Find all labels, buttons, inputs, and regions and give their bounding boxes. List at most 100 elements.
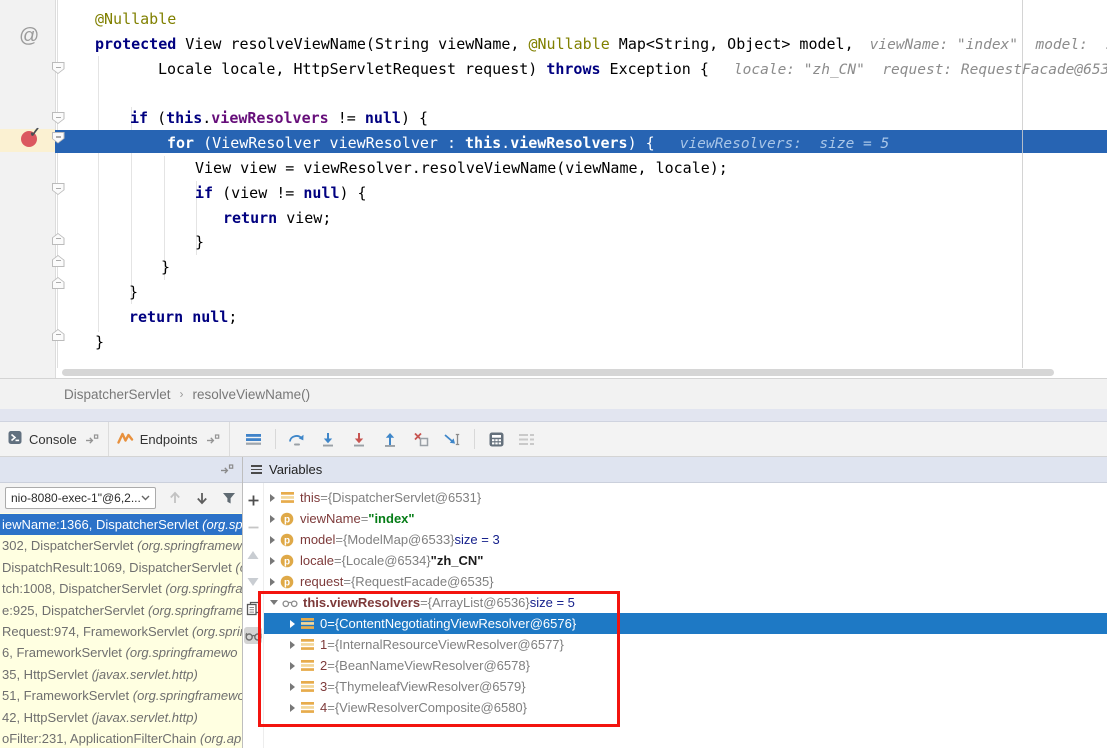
code-line[interactable]: }	[62, 280, 1107, 305]
frame-row[interactable]: e:925, DispatcherServlet (org.springfram…	[0, 600, 242, 621]
breadcrumb-class[interactable]: DispatcherServlet	[64, 387, 171, 402]
code-line[interactable]: return view;	[62, 206, 1107, 231]
pin-panel-icon[interactable]	[220, 464, 234, 475]
fold-marker-icon[interactable]	[52, 255, 65, 267]
svg-text:p: p	[284, 535, 290, 546]
add-watch-icon[interactable]	[244, 492, 262, 509]
code-token: if	[195, 184, 213, 202]
variable-value: "zh_CN"	[431, 553, 484, 568]
value-icon	[299, 702, 315, 713]
code-line[interactable]: Locale locale, HttpServletRequest reques…	[62, 57, 1107, 82]
variable-row[interactable]: 0 = {ContentNegotiatingViewResolver@6576…	[264, 613, 1107, 634]
chevron-right-icon[interactable]	[270, 515, 275, 523]
frame-row[interactable]: tch:1008, DispatcherServlet (org.springf…	[0, 578, 242, 599]
code-token: }	[95, 333, 104, 351]
chevron-right-icon[interactable]	[290, 620, 295, 628]
code-line[interactable]: @Nullable	[62, 7, 1107, 32]
code-line[interactable]: protected View resolveViewName(String vi…	[62, 32, 1107, 57]
code-line[interactable]: }	[62, 330, 1107, 355]
variable-row[interactable]: 1 = {InternalResourceViewResolver@6577}	[264, 634, 1107, 655]
toolbar-separator	[275, 429, 276, 449]
chevron-down-icon[interactable]	[270, 600, 278, 605]
show-watches-icon[interactable]	[244, 627, 262, 644]
chevron-right-icon[interactable]	[270, 536, 275, 544]
step-out-icon[interactable]	[377, 427, 404, 452]
filter-frames-icon[interactable]	[221, 489, 237, 507]
layout-menu-icon[interactable]	[240, 427, 267, 452]
variable-row[interactable]: 3 = {ThymeleafViewResolver@6579}	[264, 676, 1107, 697]
thread-selector-dropdown[interactable]: nio-8080-exec-1"@6,2...	[5, 487, 156, 509]
move-frame-down-icon[interactable]	[194, 489, 210, 507]
move-frame-up-icon[interactable]	[167, 489, 183, 507]
chevron-right-icon[interactable]	[290, 683, 295, 691]
variable-name: this.viewResolvers	[303, 595, 420, 610]
code-line[interactable]: }	[62, 230, 1107, 255]
duplicate-watch-icon[interactable]	[244, 600, 262, 617]
value-icon	[279, 492, 295, 503]
variable-row[interactable]: this = {DispatcherServlet@6531}	[264, 487, 1107, 508]
variable-row[interactable]: this.viewResolvers = {ArrayList@6536} si…	[264, 592, 1107, 613]
chevron-right-icon[interactable]	[270, 578, 275, 586]
variable-row[interactable]: pviewName = "index"	[264, 508, 1107, 529]
code-line[interactable]: if (view != null) {	[62, 181, 1107, 206]
code-line[interactable]	[62, 81, 1107, 106]
frame-row[interactable]: Request:974, FrameworkServlet (org.sprin	[0, 621, 242, 642]
fold-marker-icon[interactable]	[52, 112, 65, 124]
force-step-into-icon[interactable]	[346, 427, 373, 452]
frame-row[interactable]: 51, FrameworkServlet (org.springframewo	[0, 685, 242, 706]
fold-marker-icon[interactable]	[52, 329, 65, 341]
frame-row[interactable]: iewName:1366, DispatcherServlet (org.sp	[0, 514, 242, 535]
move-tab-icon[interactable]	[206, 434, 220, 445]
code-token: null	[303, 184, 339, 202]
variable-row[interactable]: plocale = {Locale@6534} "zh_CN"	[264, 550, 1107, 571]
code-line[interactable]: }	[62, 255, 1107, 280]
variable-row[interactable]: prequest = {RequestFacade@6535}	[264, 571, 1107, 592]
frame-row[interactable]: 35, HttpServlet (javax.servlet.http)	[0, 664, 242, 685]
variable-value: {ContentNegotiatingViewResolver@6576}	[335, 616, 576, 631]
fold-marker-icon[interactable]	[52, 132, 65, 144]
debugger-actions	[238, 427, 543, 452]
code-line[interactable]: return null;	[62, 305, 1107, 330]
chevron-right-icon[interactable]	[290, 704, 295, 712]
variable-value: {Locale@6534}	[342, 553, 431, 568]
editor-gutter[interactable]	[0, 0, 55, 378]
fold-marker-icon[interactable]	[52, 277, 65, 289]
console-tab[interactable]: Console	[0, 422, 109, 456]
variable-row[interactable]: 2 = {BeanNameViewResolver@6578}	[264, 655, 1107, 676]
chevron-right-icon[interactable]	[290, 641, 295, 649]
fold-marker-icon[interactable]	[52, 233, 65, 245]
code-line[interactable]: View view = viewResolver.resolveViewName…	[62, 156, 1107, 181]
variable-value: =	[334, 553, 342, 568]
breadcrumb: DispatcherServlet › resolveViewName()	[0, 378, 1107, 409]
code-token: View view = viewResolver.resolveViewName…	[195, 159, 728, 177]
param-icon: p	[279, 533, 295, 547]
variables-menu-icon[interactable]	[251, 465, 262, 474]
frame-row[interactable]: 42, HttpServlet (javax.servlet.http)	[0, 707, 242, 728]
code-editor[interactable]: @ @Nullableprotected View resolveViewNam…	[0, 0, 1107, 378]
fold-marker-icon[interactable]	[52, 62, 65, 74]
chevron-right-icon[interactable]	[290, 662, 295, 670]
frame-row[interactable]: 6, FrameworkServlet (org.springframewo	[0, 642, 242, 663]
chevron-right-icon[interactable]	[270, 494, 275, 502]
breadcrumb-method[interactable]: resolveViewName()	[193, 387, 311, 402]
frames-panel: nio-8080-exec-1"@6,2... iewName:1366, Di…	[0, 457, 243, 748]
evaluate-expression-icon[interactable]	[483, 427, 510, 452]
frame-row[interactable]: 302, DispatcherServlet (org.springframew	[0, 535, 242, 556]
frame-row[interactable]: DispatchResult:1069, DispatcherServlet (…	[0, 557, 242, 578]
drop-frame-icon[interactable]	[408, 427, 435, 452]
value-icon	[299, 618, 315, 629]
fold-marker-icon[interactable]	[52, 183, 65, 195]
step-over-icon[interactable]	[284, 427, 311, 452]
variable-row[interactable]: 4 = {ViewResolverComposite@6580}	[264, 697, 1107, 718]
editor-horizontal-scrollbar[interactable]	[62, 369, 1054, 376]
chevron-right-icon[interactable]	[270, 557, 275, 565]
frame-row[interactable]: oFilter:231, ApplicationFilterChain (org…	[0, 728, 242, 748]
step-into-icon[interactable]	[315, 427, 342, 452]
variable-row[interactable]: pmodel = {ModelMap@6533} size = 3	[264, 529, 1107, 550]
code-line[interactable]: if (this.viewResolvers != null) {	[62, 106, 1107, 131]
run-to-cursor-icon[interactable]	[439, 427, 466, 452]
code-token: Exception {	[601, 60, 718, 78]
execution-line[interactable]: for (ViewResolver viewResolver : this.vi…	[62, 131, 1107, 156]
move-tab-icon[interactable]	[85, 434, 99, 445]
endpoints-tab[interactable]: Endpoints	[109, 422, 230, 456]
